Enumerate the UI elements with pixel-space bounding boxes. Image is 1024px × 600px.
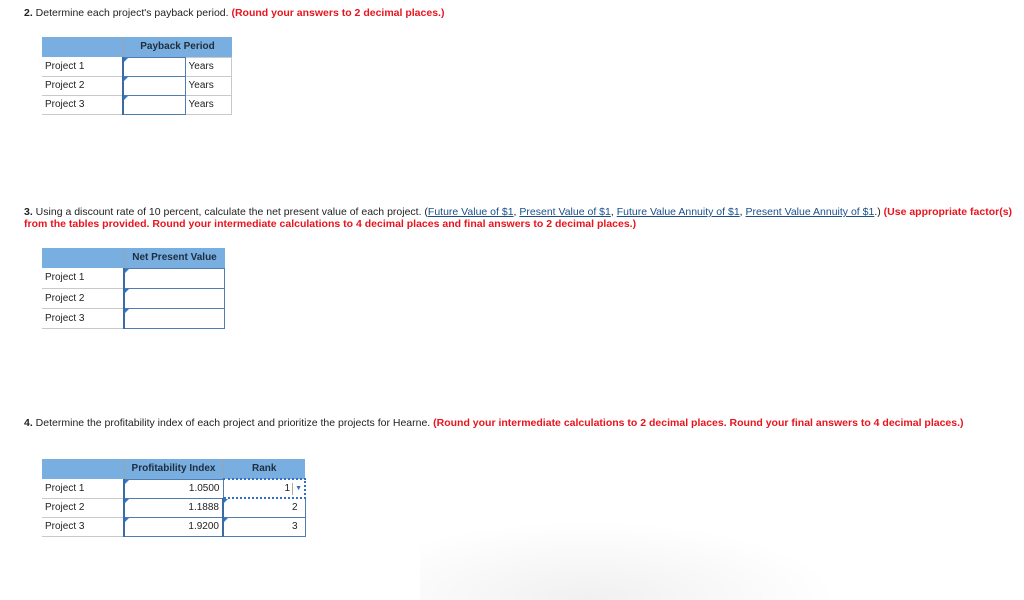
payback-input-project-1[interactable] xyxy=(122,56,186,77)
pi-input-project-2[interactable]: 1.1888 xyxy=(123,497,224,518)
payback-input-project-2[interactable] xyxy=(122,75,186,96)
row-label: Project 3 xyxy=(42,308,124,329)
unit-label: Years xyxy=(184,56,232,77)
row-label: Project 2 xyxy=(42,288,124,309)
link-future-value[interactable]: Future Value of $1 xyxy=(428,206,514,218)
row-label: Project 3 xyxy=(42,517,124,537)
question-number: 3. xyxy=(24,206,33,218)
question-number: 2. xyxy=(24,7,33,19)
row-label: Project 1 xyxy=(42,268,124,289)
unit-label: Years xyxy=(184,94,232,115)
payback-table: Payback Period Project 1 Years Project 2… xyxy=(42,37,232,115)
table-row: Project 2 Years xyxy=(42,75,232,96)
npv-input-project-1[interactable] xyxy=(123,267,225,289)
rank-select-project-2[interactable]: 2 xyxy=(222,497,306,518)
question-3: 3. Using a discount rate of 10 percent, … xyxy=(24,206,1014,230)
table-row: Project 1 Years xyxy=(42,56,232,77)
bottom-shadow xyxy=(420,520,840,600)
question-text: Determine each project's payback period. xyxy=(32,7,232,19)
rank-select-project-1[interactable]: 1 ▼ xyxy=(222,478,306,499)
question-instruction: (Round your answers to 2 decimal places.… xyxy=(231,7,445,19)
table-row: Project 2 1.1888 2 xyxy=(42,497,306,518)
row-label: Project 2 xyxy=(42,498,124,518)
question-4: 4. Determine the profitability index of … xyxy=(24,417,1014,429)
rank-value: 1 xyxy=(284,483,291,494)
npv-input-project-3[interactable] xyxy=(123,307,225,329)
header-blank xyxy=(42,459,124,479)
table-row: Project 3 Years xyxy=(42,94,232,115)
question-number: 4. xyxy=(24,417,33,429)
row-label: Project 1 xyxy=(42,479,124,499)
question-text: Using a discount rate of 10 percent, cal… xyxy=(32,206,428,218)
header-blank xyxy=(42,248,124,268)
question-text: Determine the profitability index of eac… xyxy=(32,417,434,429)
link-present-value[interactable]: Present Value of $1 xyxy=(519,206,610,218)
row-label: Project 2 xyxy=(42,76,123,96)
pi-input-project-1[interactable]: 1.0500 xyxy=(123,478,224,499)
profitability-table: Profitability Index Rank Project 1 1.050… xyxy=(42,459,306,537)
row-label: Project 1 xyxy=(42,57,123,77)
chevron-down-icon[interactable]: ▼ xyxy=(292,482,302,495)
header-profitability-index: Profitability Index xyxy=(123,459,223,479)
npv-input-project-2[interactable] xyxy=(123,287,225,309)
table-row: Project 1 1.0500 1 ▼ xyxy=(42,478,306,499)
table-row: Project 3 1.9200 3 xyxy=(42,516,306,537)
unit-label: Years xyxy=(184,75,232,96)
text-after-links: .) xyxy=(874,206,884,218)
table-row: Project 2 xyxy=(42,287,225,309)
header-payback-period: Payback Period xyxy=(122,37,232,57)
table-row: Project 3 xyxy=(42,307,225,329)
header-net-present-value: Net Present Value xyxy=(123,248,225,268)
pi-input-project-3[interactable]: 1.9200 xyxy=(123,516,224,537)
row-label: Project 3 xyxy=(42,95,123,115)
rank-value: 2 xyxy=(291,502,298,514)
table-row: Project 1 xyxy=(42,267,225,289)
rank-value: 3 xyxy=(291,521,298,532)
npv-table: Net Present Value Project 1 Project 2 Pr… xyxy=(42,248,225,329)
question-2: 2. Determine each project's payback peri… xyxy=(24,7,1014,19)
link-future-value-annuity[interactable]: Future Value Annuity of $1 xyxy=(617,206,740,218)
link-present-value-annuity[interactable]: Present Value Annuity of $1 xyxy=(746,206,875,218)
payback-input-project-3[interactable] xyxy=(122,94,186,115)
rank-select-project-3[interactable]: 3 xyxy=(222,516,306,537)
header-rank: Rank xyxy=(222,459,305,479)
header-blank xyxy=(42,37,123,57)
question-instruction: (Round your intermediate calculations to… xyxy=(433,417,964,429)
